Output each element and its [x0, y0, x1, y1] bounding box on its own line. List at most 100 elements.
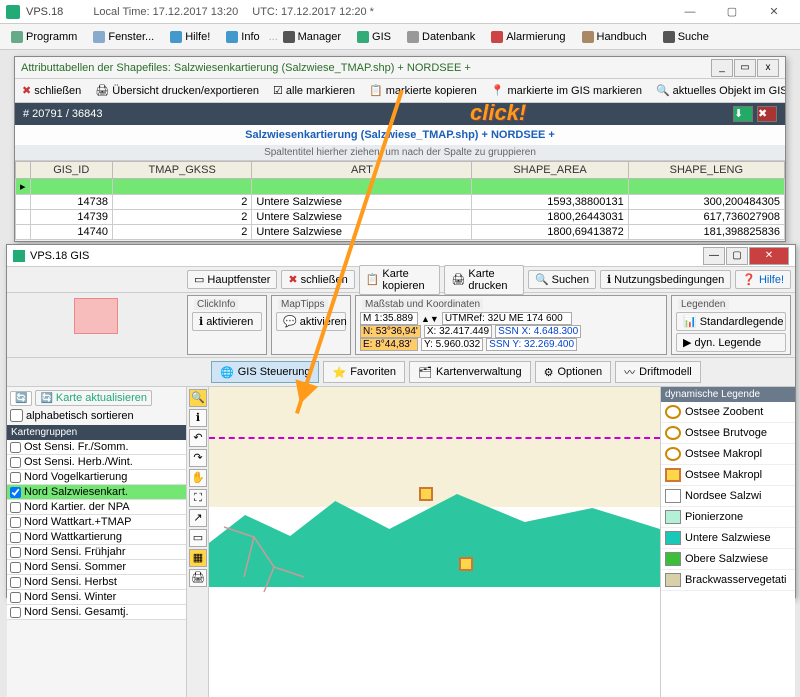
layer-checkbox[interactable] — [10, 592, 21, 603]
extent-tool[interactable]: ⛶ — [189, 489, 207, 507]
gis-help-button[interactable]: ❓ Hilfe! — [735, 270, 791, 289]
scale-value: M 1:35.889 — [360, 312, 418, 325]
measure-tool[interactable]: ↗ — [189, 509, 207, 527]
layer-item[interactable]: Nord Kartier. der NPA — [7, 500, 186, 515]
gis-max-button[interactable]: ▢ — [726, 247, 748, 265]
table-row[interactable]: 147402Untere Salzwiese1800,69413872181,3… — [16, 225, 785, 240]
layer-item[interactable]: Nord Wattkartierung — [7, 530, 186, 545]
sort-checkbox[interactable] — [10, 409, 23, 422]
tab-optionen[interactable]: ⚙ Optionen — [535, 361, 612, 383]
layer-item[interactable]: Nord Sensi. Winter — [7, 590, 186, 605]
maptipps-activate-button[interactable]: 💬 aktivieren — [276, 312, 346, 331]
layer-checkbox[interactable] — [10, 487, 21, 498]
coord-ssny: SSN Y: 32.269.400 — [486, 338, 577, 351]
layergroup-header: Kartengruppen — [7, 425, 186, 440]
menu-handbuch[interactable]: Handbuch — [575, 28, 654, 46]
table-header-row[interactable]: GIS_IDTMAP_GKSSARTSHAPE_AREASHAPE_LENG — [16, 162, 785, 179]
maximize-button[interactable]: ▢ — [712, 2, 752, 22]
layer-item[interactable]: Nord Sensi. Gesamtj. — [7, 605, 186, 620]
attr-export-button[interactable]: ⬇ — [733, 106, 753, 122]
menu-suche[interactable]: Suche — [656, 28, 716, 46]
attr-close-tool[interactable]: ✖schließen — [19, 83, 84, 98]
menu-gis[interactable]: GIS — [350, 28, 398, 46]
gis-search-button[interactable]: 🔍 Suchen — [528, 270, 596, 289]
layer-checkbox[interactable] — [10, 457, 21, 468]
layer-item[interactable]: Nord Vogelkartierung — [7, 470, 186, 485]
gis-printmap-button[interactable]: 🖨 Karte drucken — [444, 265, 524, 295]
gis-copymap-button[interactable]: 📋 Karte kopieren — [359, 265, 441, 295]
layer-checkbox[interactable] — [10, 442, 21, 453]
menu-hilfe[interactable]: Hilfe! — [163, 28, 217, 46]
minimize-button[interactable]: — — [670, 2, 710, 22]
layer-list[interactable]: Ost Sensi. Fr./Somm.Ost Sensi. Herb./Win… — [7, 440, 186, 697]
map-marker[interactable] — [459, 557, 473, 571]
back-tool[interactable]: ↶ — [189, 429, 207, 447]
select-tool[interactable]: ▭ — [189, 529, 207, 547]
attr-close-button[interactable]: x — [757, 59, 779, 77]
map-canvas[interactable] — [209, 387, 660, 697]
tab-kartenverwaltung[interactable]: 🗂 Kartenverwaltung — [409, 361, 531, 383]
layer-checkbox[interactable] — [10, 502, 21, 513]
layer-tool[interactable]: ▦ — [189, 549, 207, 567]
menu-programm[interactable]: Programm — [4, 28, 84, 46]
attr-selectall-tool[interactable]: ☑alle markieren — [270, 83, 358, 98]
map-marker[interactable] — [419, 487, 433, 501]
tab-driftmodell[interactable]: 〰 Driftmodell — [615, 361, 701, 383]
menu-info[interactable]: Info — [219, 28, 266, 46]
gis-app-icon — [13, 250, 25, 262]
gis-min-button[interactable]: — — [703, 247, 725, 265]
menu-datenbank[interactable]: Datenbank — [400, 28, 482, 46]
layer-item[interactable]: Nord Sensi. Frühjahr — [7, 545, 186, 560]
layer-checkbox[interactable] — [10, 472, 21, 483]
layer-checkbox[interactable] — [10, 577, 21, 588]
dyn-legend-button[interactable]: ▶ dyn. Legende — [676, 333, 786, 352]
std-legend-button[interactable]: 📊 Standardlegende — [676, 312, 786, 331]
layer-checkbox[interactable] — [10, 562, 21, 573]
attr-max-button[interactable]: ▭ — [734, 59, 756, 77]
reload-icon[interactable]: 🔄 — [10, 391, 32, 406]
attr-delete-button[interactable]: ✖ — [757, 106, 777, 122]
tab-favoriten[interactable]: ⭐ Favoriten — [323, 361, 405, 383]
menu-manager[interactable]: Manager — [276, 28, 348, 46]
layer-item[interactable]: Ost Sensi. Fr./Somm. — [7, 440, 186, 455]
layer-item[interactable]: Nord Wattkart.+TMAP — [7, 515, 186, 530]
gis-mainwin-button[interactable]: ▭ Hauptfenster — [187, 270, 277, 289]
attr-mark-gis-tool[interactable]: 📍markierte im GIS markieren — [488, 83, 645, 98]
layer-item[interactable]: Ost Sensi. Herb./Wint. — [7, 455, 186, 470]
layer-checkbox[interactable] — [10, 532, 21, 543]
close-button[interactable]: ✕ — [754, 2, 794, 22]
layer-item[interactable]: Nord Sensi. Herbst — [7, 575, 186, 590]
print-tool[interactable]: 🖨 — [189, 569, 207, 587]
gis-window: VPS.18 GIS —▢✕ ▭ Hauptfenster ✖schließen… — [6, 244, 796, 598]
layer-item[interactable]: Nord Sensi. Sommer — [7, 560, 186, 575]
table-row[interactable]: 147392Untere Salzwiese1800,26443031617,7… — [16, 210, 785, 225]
layer-checkbox[interactable] — [10, 547, 21, 558]
app-icon — [6, 5, 20, 19]
gis-terms-button[interactable]: ℹ Nutzungsbedingungen — [600, 270, 731, 289]
layer-checkbox[interactable] — [10, 607, 21, 618]
attr-min-button[interactable]: _ — [711, 59, 733, 77]
fwd-tool[interactable]: ↷ — [189, 449, 207, 467]
pan-tool[interactable]: ✋ — [189, 469, 207, 487]
menu-more[interactable]: ... — [269, 31, 274, 43]
info-tool[interactable]: ℹ — [189, 409, 207, 427]
menu-alarmierung[interactable]: Alarmierung — [484, 28, 572, 46]
table-row[interactable]: 147382Untere Salzwiese1593,38800131300,2… — [16, 195, 785, 210]
attr-print-tool[interactable]: 🖨Übersicht drucken/exportieren — [92, 83, 262, 98]
gis-close-button[interactable]: ✕ — [749, 247, 789, 265]
clickinfo-activate-button[interactable]: ℹ aktivieren — [192, 312, 262, 331]
tab-gis-steuerung[interactable]: 🌐 GIS Steuerung — [211, 361, 319, 383]
attr-find-gis-tool[interactable]: 🔍aktuelles Objekt im GIS finden — [653, 83, 785, 98]
app-title: VPS.18 — [26, 6, 63, 18]
menu-fenster[interactable]: Fenster... — [86, 28, 161, 46]
layer-checkbox[interactable] — [10, 517, 21, 528]
attribute-window: Attributtabellen der Shapefiles: Salzwie… — [14, 56, 786, 242]
attr-table[interactable]: GIS_IDTMAP_GKSSARTSHAPE_AREASHAPE_LENG ▸… — [15, 161, 785, 240]
legend-item: Brackwasservegetati — [661, 570, 795, 591]
attr-copy-tool[interactable]: 📋markierte kopieren — [366, 83, 480, 98]
zoom-tool[interactable]: 🔍 — [189, 389, 207, 407]
legend-item: Ostsee Makropl — [661, 465, 795, 486]
table-row[interactable]: ▸ — [16, 179, 785, 195]
layer-item[interactable]: Nord Salzwiesenkart. — [7, 485, 186, 500]
refresh-map-button[interactable]: 🔄 Karte aktualisieren — [35, 390, 152, 406]
